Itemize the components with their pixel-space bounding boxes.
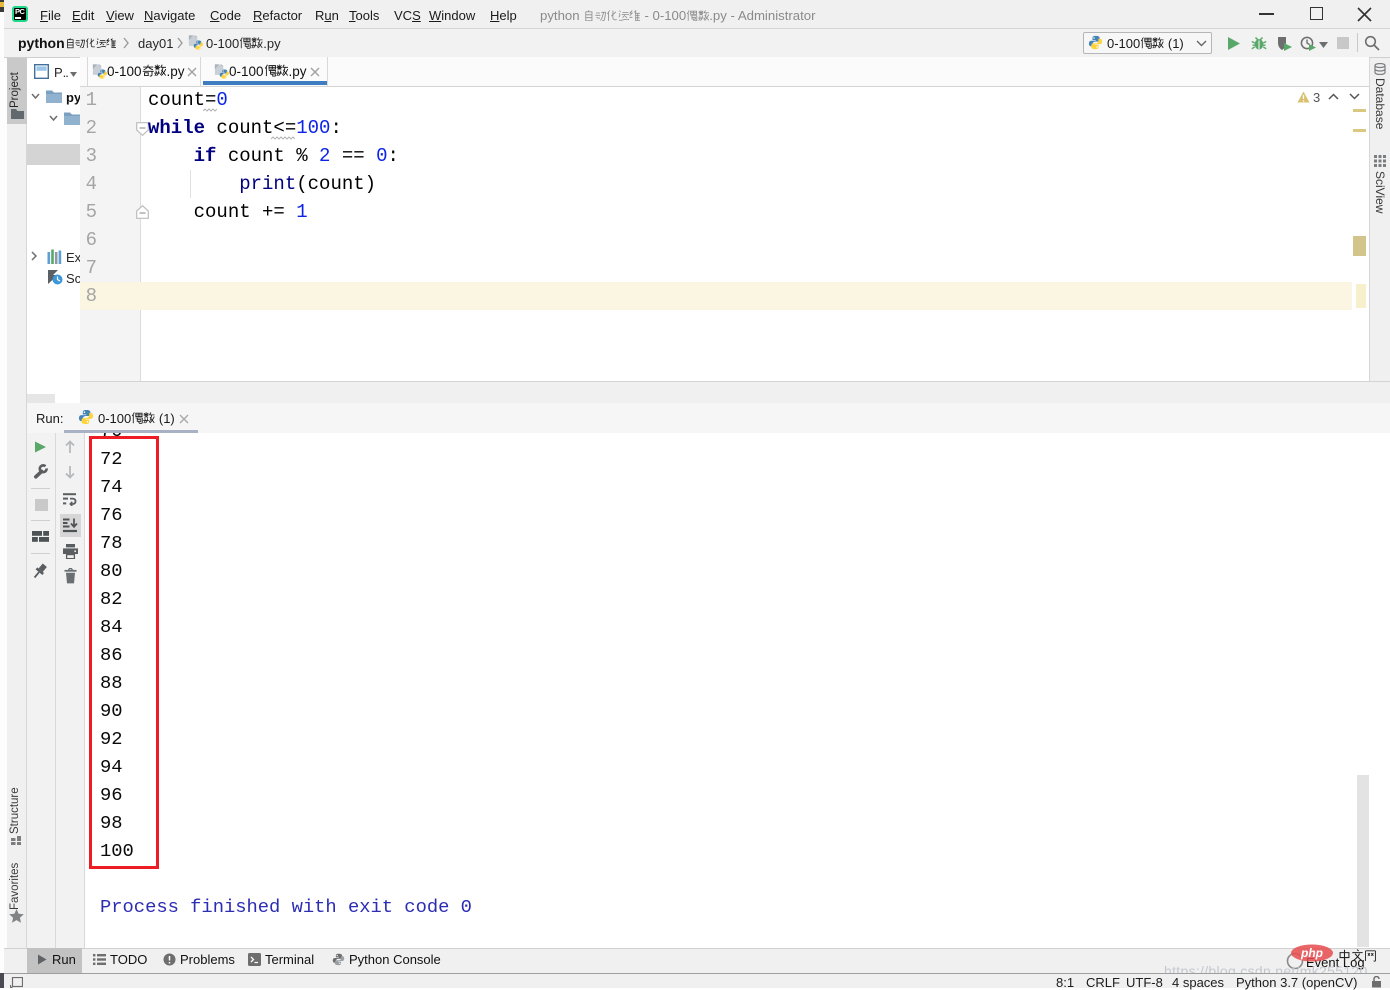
svg-text:php: php: [1300, 946, 1323, 960]
